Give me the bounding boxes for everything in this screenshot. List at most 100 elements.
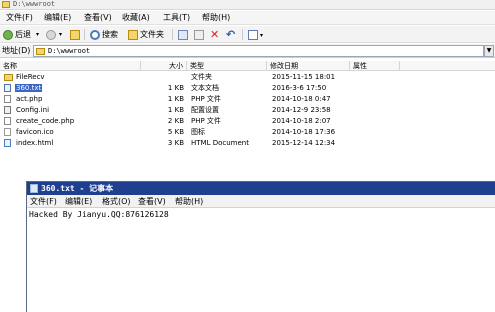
file-modified: 2015-11-15 18:01 xyxy=(272,73,336,81)
list-item[interactable]: favicon.ico 5 KB 图标 2014-10-18 17:36 xyxy=(0,127,495,137)
file-size: 5 KB xyxy=(167,128,184,136)
file-modified: 2014-10-18 0:47 xyxy=(272,95,331,103)
menu-view[interactable]: 查看(V) xyxy=(84,13,112,23)
toolbar-divider xyxy=(84,29,85,40)
file-name: FileRecv xyxy=(16,73,45,81)
folders-label: 文件夹 xyxy=(140,30,164,39)
file-type: PHP 文件 xyxy=(191,117,221,125)
file-modified: 2014-12-9 23:58 xyxy=(272,106,331,114)
file-modified: 2014-10-18 17:36 xyxy=(272,128,336,136)
notepad-menu-view[interactable]: 查看(V) xyxy=(138,196,166,207)
back-arrow-icon xyxy=(3,29,13,40)
file-type: 图标 xyxy=(191,128,205,136)
copy-to-icon xyxy=(194,29,204,40)
notepad-menu-format[interactable]: 格式(O) xyxy=(102,196,131,207)
back-dropdown-icon[interactable]: ▾ xyxy=(36,28,39,41)
file-name: act.php xyxy=(16,95,43,103)
list-item[interactable]: Config.ini 1 KB 配置设置 2014-12-9 23:58 xyxy=(0,105,495,115)
notepad-menu-edit[interactable]: 编辑(E) xyxy=(65,196,92,207)
file-type: 文件夹 xyxy=(191,73,212,81)
file-name: favicon.ico xyxy=(16,128,54,136)
file-modified: 2015-12-14 12:34 xyxy=(272,139,336,147)
file-type: HTML Document xyxy=(191,139,249,147)
file-name: Config.ini xyxy=(16,106,50,114)
file-size: 3 KB xyxy=(167,139,184,147)
menu-help[interactable]: 帮助(H) xyxy=(202,13,230,23)
file-list-header: 名称 大小 类型 修改日期 属性 xyxy=(0,61,495,71)
file-modified: 2014-10-18 2:07 xyxy=(272,117,331,125)
folders-button[interactable]: 文件夹 xyxy=(128,28,164,41)
back-label: 后退 xyxy=(15,30,31,39)
up-folder-button[interactable] xyxy=(70,28,82,41)
notepad-menu-help[interactable]: 帮助(H) xyxy=(175,196,203,207)
explorer-menubar: 文件(F) 编辑(E) 查看(V) 收藏(A) 工具(T) 帮助(H) xyxy=(0,11,495,25)
folder-icon xyxy=(36,48,45,55)
undo-icon[interactable]: ↶ xyxy=(226,28,235,41)
views-button[interactable]: ▾ xyxy=(248,28,263,41)
file-size: 1 KB xyxy=(167,84,184,92)
search-label: 搜索 xyxy=(102,30,118,39)
delete-icon[interactable]: ✕ xyxy=(210,28,219,41)
file-size: 2 KB xyxy=(167,117,184,125)
file-type: 配置设置 xyxy=(191,106,219,114)
column-size[interactable]: 大小 xyxy=(141,61,187,71)
file-name: create_code.php xyxy=(16,117,75,125)
move-to-icon xyxy=(178,29,188,40)
column-modified[interactable]: 修改日期 xyxy=(267,61,350,71)
folders-icon xyxy=(128,29,138,40)
file-name: 360.txt xyxy=(15,84,43,92)
list-item[interactable]: index.html 3 KB HTML Document 2015-12-14… xyxy=(0,138,495,148)
html-file-icon xyxy=(4,139,11,147)
php-file-icon xyxy=(4,95,11,103)
forward-arrow-icon xyxy=(46,29,56,40)
ico-file-icon xyxy=(4,128,11,136)
list-item[interactable]: act.php 1 KB PHP 文件 2014-10-18 0:47 xyxy=(0,94,495,104)
explorer-toolbar: 后退 ▾ ▾ 搜索 文件夹 ✕ ↶ ▾ xyxy=(0,26,495,43)
window-title: D:\wwwroot xyxy=(13,0,56,8)
notepad-window: 360.txt - 记事本 文件(F) 编辑(E) 格式(O) 查看(V) 帮助… xyxy=(26,181,495,312)
notepad-menu-file[interactable]: 文件(F) xyxy=(30,196,57,207)
menu-file[interactable]: 文件(F) xyxy=(6,13,33,23)
column-attributes[interactable]: 属性 xyxy=(350,61,400,71)
ini-file-icon xyxy=(4,106,11,114)
notepad-titlebar[interactable]: 360.txt - 记事本 xyxy=(27,182,495,195)
file-size: 1 KB xyxy=(167,95,184,103)
php-file-icon xyxy=(4,117,11,125)
file-modified: 2016-3-6 17:50 xyxy=(272,84,327,92)
forward-dropdown-icon[interactable]: ▾ xyxy=(59,28,62,41)
toolbar-divider xyxy=(172,29,173,40)
folder-icon xyxy=(2,1,10,8)
notepad-menubar: 文件(F) 编辑(E) 格式(O) 查看(V) 帮助(H) xyxy=(27,195,495,208)
forward-button[interactable] xyxy=(46,28,58,41)
address-bar: 地址(D) D:\wwwroot ▼ xyxy=(0,44,495,58)
column-type[interactable]: 类型 xyxy=(187,61,267,71)
address-dropdown-icon[interactable]: ▼ xyxy=(484,45,494,57)
search-button[interactable]: 搜索 xyxy=(90,28,118,41)
toolbar-divider xyxy=(242,29,243,40)
list-item[interactable]: FileRecv 文件夹 2015-11-15 18:01 xyxy=(0,72,495,82)
back-button[interactable]: 后退 xyxy=(3,28,31,41)
notepad-title: 360.txt - 记事本 xyxy=(41,184,114,193)
list-item[interactable]: 360.txt 1 KB 文本文档 2016-3-6 17:50 xyxy=(0,83,495,93)
views-dropdown-icon: ▾ xyxy=(260,32,264,39)
up-folder-icon xyxy=(70,29,80,40)
column-name[interactable]: 名称 xyxy=(0,61,141,71)
notepad-content: Hacked By Jianyu.QQ:876126128 xyxy=(29,210,169,219)
views-icon xyxy=(248,29,258,40)
file-type: PHP 文件 xyxy=(191,95,221,103)
menu-favorites[interactable]: 收藏(A) xyxy=(122,13,150,23)
address-value: D:\wwwroot xyxy=(48,47,91,55)
explorer-titlebar[interactable]: D:\wwwroot xyxy=(0,0,495,10)
move-to-button[interactable] xyxy=(178,28,190,41)
list-item[interactable]: create_code.php 2 KB PHP 文件 2014-10-18 2… xyxy=(0,116,495,126)
file-type: 文本文档 xyxy=(191,84,219,92)
search-icon xyxy=(90,29,100,40)
menu-edit[interactable]: 编辑(E) xyxy=(44,13,71,23)
menu-tools[interactable]: 工具(T) xyxy=(163,13,190,23)
address-label: 地址(D) xyxy=(2,46,31,55)
file-name: index.html xyxy=(16,139,54,147)
address-input[interactable]: D:\wwwroot xyxy=(33,45,484,57)
notepad-icon xyxy=(30,184,38,193)
notepad-text-area[interactable]: Hacked By Jianyu.QQ:876126128 xyxy=(27,209,495,312)
copy-to-button[interactable] xyxy=(194,28,206,41)
